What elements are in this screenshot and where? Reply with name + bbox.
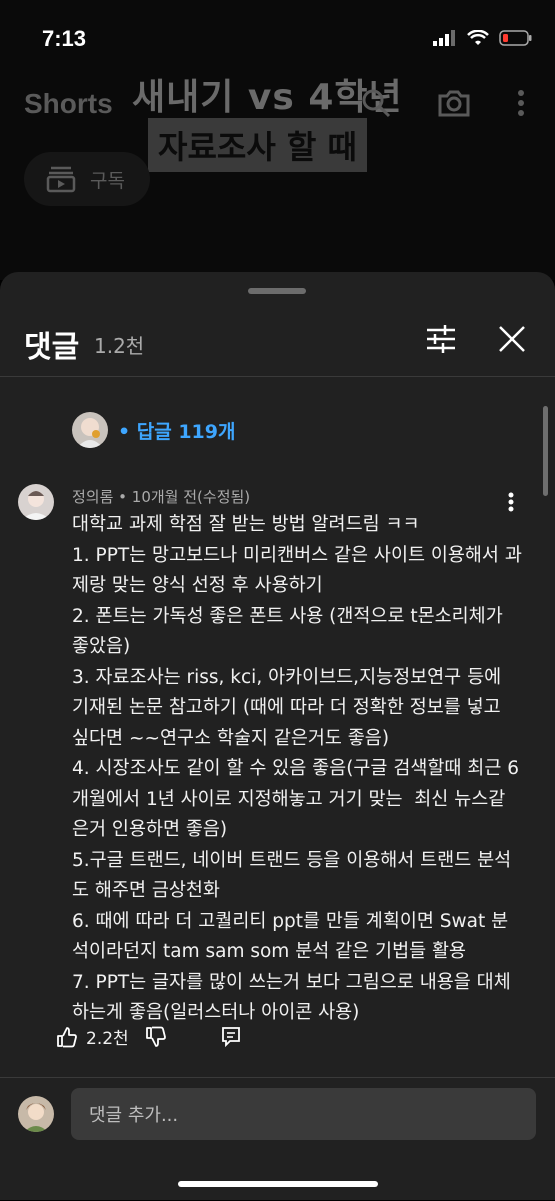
add-comment-input[interactable]: 댓글 추가... bbox=[71, 1088, 536, 1140]
comments-header: 댓글 1.2천 bbox=[0, 312, 555, 376]
video-overlay-subtitle: 자료조사 할 때 bbox=[148, 118, 367, 172]
comments-count: 1.2천 bbox=[94, 334, 145, 358]
comment-body: 대학교 과제 학점 잘 받는 방법 알려드림 ㅋㅋ 1. PPT는 망고보드나 … bbox=[72, 514, 522, 1023]
status-time: 7:13 bbox=[42, 26, 87, 51]
user-avatar bbox=[18, 1096, 54, 1132]
scrollbar[interactable] bbox=[543, 406, 548, 496]
comments-title: 댓글 bbox=[24, 330, 80, 365]
dislike-icon[interactable] bbox=[145, 1026, 167, 1048]
more-vertical-icon[interactable] bbox=[517, 90, 525, 116]
status-icons bbox=[433, 30, 533, 46]
avatar bbox=[72, 412, 108, 448]
filter-icon[interactable] bbox=[425, 324, 457, 354]
home-indicator bbox=[178, 1181, 378, 1187]
header-divider bbox=[0, 376, 555, 377]
search-icon[interactable] bbox=[361, 88, 391, 118]
comment-actions: 2.2천 bbox=[56, 1024, 241, 1049]
like-count: 2.2천 bbox=[86, 1029, 129, 1049]
camera-icon[interactable] bbox=[437, 88, 471, 118]
signal-icon bbox=[433, 30, 455, 46]
comment-author-avatar[interactable] bbox=[18, 484, 54, 520]
video-top-icons bbox=[361, 88, 525, 118]
reply-icon[interactable] bbox=[221, 1026, 241, 1048]
shorts-title: Shorts bbox=[24, 88, 113, 119]
comment-meta: 정의롬 • 10개월 전(수정됨) bbox=[72, 488, 251, 506]
comments-sheet: 댓글 1.2천 • 답글 119개 정의롬 • 10개월 전(수정됨) 대학교 … bbox=[0, 272, 555, 1200]
replies-link[interactable]: • 답글 119개 bbox=[118, 417, 235, 444]
close-icon[interactable] bbox=[497, 324, 527, 354]
reply-thread-row[interactable]: • 답글 119개 bbox=[72, 412, 235, 448]
subscriptions-label: 구독 bbox=[90, 169, 125, 192]
subscriptions-chip[interactable]: 구독 bbox=[24, 152, 150, 206]
battery-low-icon bbox=[499, 30, 532, 46]
comment-more-icon[interactable] bbox=[508, 492, 514, 512]
drag-handle[interactable] bbox=[248, 288, 306, 294]
wifi-icon bbox=[467, 30, 489, 45]
subscriptions-icon bbox=[46, 166, 76, 193]
like-icon[interactable] bbox=[56, 1026, 78, 1048]
